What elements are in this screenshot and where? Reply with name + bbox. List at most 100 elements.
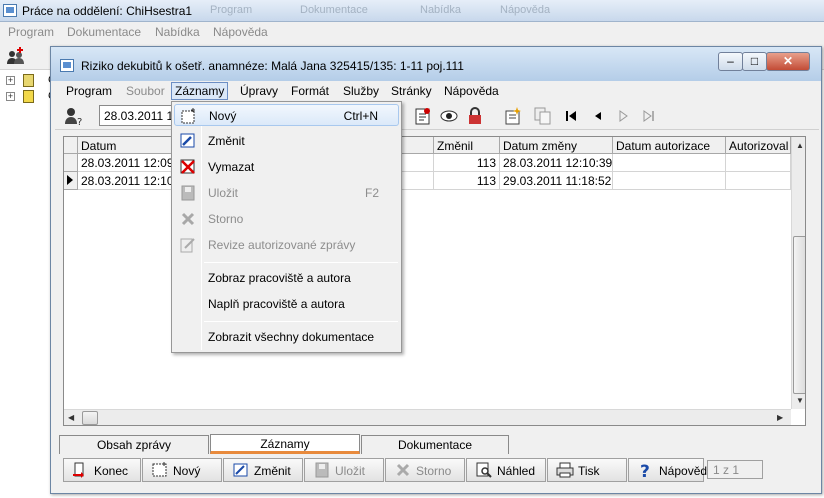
napoveda-label: Nápověda [659,464,714,478]
tab-dokumentace[interactable]: Dokumentace [361,435,509,454]
outer-menu-dokumentace[interactable]: Dokumentace [67,25,141,39]
zaznamy-dropdown-menu: Nový Ctrl+N Změnit Vymazat Uložit F2 Sto… [171,101,402,353]
menu-item-revize[interactable]: Revize autorizované zprávy [174,234,399,256]
menu-item-label: Zobraz pracoviště a autora [208,271,351,285]
record-toolbar: ? 28.03.2011 12:09:0 [55,102,819,130]
menu-item-zmenit[interactable]: Změnit [174,130,399,152]
current-row-indicator[interactable] [64,172,78,190]
ulozit-label: Uložit [335,464,366,478]
scroll-left-icon[interactable]: ◀ [68,413,74,422]
column-header-autorizoval[interactable]: Autorizoval [726,137,791,154]
menu-format[interactable]: Formát [290,84,330,98]
menu-stranky[interactable]: Stránky [390,84,433,98]
outer-menu-napoveda[interactable]: Nápověda [213,25,268,39]
menu-item-shortcut: F2 [364,186,379,200]
outer-menu-nabidka[interactable]: Nabídka [155,25,200,39]
next-record-icon[interactable] [613,106,633,126]
eye-icon[interactable] [439,106,459,126]
cell-datum-autorizace[interactable] [613,172,726,190]
date-select[interactable]: 28.03.2011 12:09:0 [99,105,179,126]
cell-datum-autorizace[interactable] [613,154,726,172]
inner-menu-bar: Program Soubor Záznamy Úpravy Formát Slu… [55,81,819,101]
ulozit-button[interactable]: Uložit [304,458,384,482]
save-disk-icon [313,462,331,478]
cell-datum-zmeny[interactable]: 29.03.2011 11:18:52 [500,172,613,190]
preview-icon [475,462,493,478]
last-record-icon[interactable] [639,106,659,126]
outer-menu-program[interactable]: Program [8,25,54,39]
napoveda-button[interactable]: ? Nápověda [628,458,714,482]
inner-title-bar: Riziko dekubitů k ošetř. anamnéze: Malá … [51,47,821,81]
menu-item-label: Revize autorizované zprávy [208,238,356,252]
new-record-icon [181,108,197,124]
tab-obsah-zpravy[interactable]: Obsah zprávy [59,435,209,454]
novy-label: Nový [173,464,201,478]
menu-upravy[interactable]: Úpravy [239,84,279,98]
expand-icon[interactable]: + [6,76,15,85]
save-disk-icon [180,185,196,201]
storno-button[interactable]: Storno [385,458,465,482]
ghost-tab-3: Nabídka [420,4,461,16]
menu-item-vymazat[interactable]: Vymazat [174,156,399,178]
row-indicator[interactable] [64,154,78,172]
page-indicator: 1 z 1 [707,460,763,479]
tab-zaznamy[interactable]: Záznamy [210,434,360,454]
menu-item-label: Změnit [208,134,245,148]
user-help-icon[interactable]: ? [63,106,83,128]
tisk-button[interactable]: Tisk [547,458,627,482]
menu-item-napln-pracoviste[interactable]: Naplň pracoviště a autora [174,293,399,315]
expand-icon[interactable]: + [6,92,15,101]
menu-separator [204,321,398,322]
revise-document-icon [180,237,196,253]
copy-icon[interactable] [533,106,553,126]
column-header-datum-autorizace[interactable]: Datum autorizace [613,137,726,154]
minimize-button[interactable]: – [718,52,743,71]
zmenit-button[interactable]: Změnit [223,458,303,482]
menu-zaznamy[interactable]: Záznamy [171,82,229,100]
vertical-scroll-thumb[interactable] [793,236,805,394]
cancel-x-icon [394,462,412,478]
horizontal-scrollbar[interactable]: ◀ ▶ [64,409,791,425]
cell-autorizoval[interactable] [726,172,791,190]
menu-item-novy[interactable]: Nový Ctrl+N [174,104,399,126]
cell-zmenil[interactable]: 113 [434,172,500,190]
cell-zmenil[interactable]: 113 [434,154,500,172]
vertical-scrollbar[interactable]: ▲ ▼ [791,137,805,409]
konec-button[interactable]: Konec [63,458,141,482]
folder-icon [23,90,34,103]
menu-program[interactable]: Program [65,84,113,98]
restore-button[interactable]: □ [742,52,767,71]
menu-napoveda[interactable]: Nápověda [443,84,500,98]
navigation-tree: + C + C [0,70,56,498]
horizontal-scroll-thumb[interactable] [82,411,98,425]
lock-icon[interactable] [465,106,485,126]
scroll-right-icon[interactable]: ▶ [777,413,783,422]
menu-item-zobrazit-vse[interactable]: Zobrazit všechny dokumentace [174,326,399,348]
menu-item-shortcut: Ctrl+N [343,109,378,123]
previous-record-icon[interactable] [587,106,607,126]
novy-button[interactable]: Nový [142,458,222,482]
first-record-icon[interactable] [561,106,581,126]
cell-datum-zmeny[interactable]: 28.03.2011 12:10:39 [500,154,613,172]
menu-sluzby[interactable]: Služby [342,84,380,98]
delete-x-icon [180,159,196,175]
tisk-label: Tisk [578,464,600,478]
new-note-icon[interactable] [503,106,523,126]
nahled-button[interactable]: Náhled [466,458,546,482]
column-header-datum-zmeny[interactable]: Datum změny [500,137,613,154]
column-header-zmenil[interactable]: Změnil [434,137,500,154]
cell-autorizoval[interactable] [726,154,791,172]
menu-soubor[interactable]: Soubor [125,84,166,98]
people-add-icon[interactable] [6,47,26,65]
outer-title-bar: Práce na oddělení: ChiHsestra1 Program D… [0,0,824,22]
menu-item-storno[interactable]: Storno [174,208,399,230]
document-icon[interactable] [413,106,433,126]
current-row-arrow-icon [67,175,73,185]
scroll-down-icon[interactable]: ▼ [796,396,804,405]
exit-door-icon [72,462,90,478]
edit-pencil-icon [180,133,196,149]
close-button[interactable]: ✕ [766,52,810,71]
scroll-up-icon[interactable]: ▲ [796,141,804,150]
menu-item-ulozit[interactable]: Uložit F2 [174,182,399,204]
menu-item-zobraz-pracoviste[interactable]: Zobraz pracoviště a autora [174,267,399,289]
